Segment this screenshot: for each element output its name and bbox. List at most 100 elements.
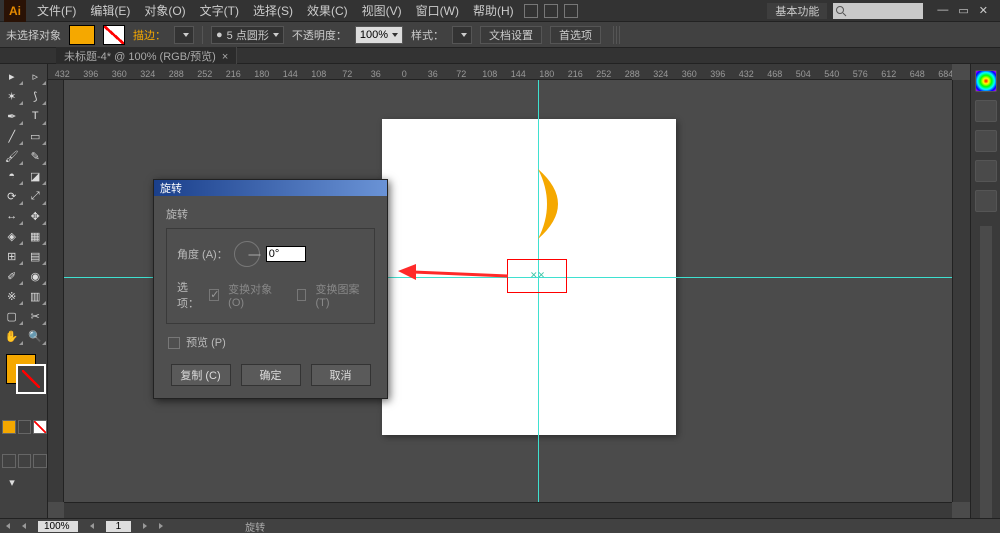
blob-brush-tool[interactable]: ◓ [0,166,24,186]
menu-object[interactable]: 对象(O) [137,2,192,19]
pencil-tool[interactable]: ✎ [24,146,48,166]
gradient-panel-icon[interactable] [975,190,997,212]
menu-select[interactable]: 选择(S) [246,2,300,19]
rotate-tool[interactable]: ⟳ [0,186,24,206]
vertical-scrollbar[interactable] [952,80,970,502]
slice-tool[interactable]: ✂ [24,306,48,326]
blend-tool[interactable]: ◉ [24,266,48,286]
angle-input[interactable] [266,246,306,262]
artboard-field[interactable]: 1 [106,521,132,532]
hand-tool[interactable]: ✋ [0,326,24,346]
ruler-vertical[interactable] [48,80,64,502]
minimize-icon[interactable]: — [937,4,948,17]
draw-normal-icon[interactable] [2,454,16,468]
selection-tool[interactable]: ▸ [0,66,24,86]
menu-edit[interactable]: 编辑(E) [83,2,137,19]
graph-tool[interactable]: ▥ [24,286,48,306]
copy-button[interactable]: 复制 (C) [171,364,231,386]
line-tool[interactable]: ╱ [0,126,24,146]
preferences-button[interactable]: 首选项 [550,26,601,44]
perspective-tool[interactable]: ▦ [24,226,48,246]
free-transform-tool[interactable]: ✥ [24,206,48,226]
magic-wand-tool[interactable]: ✶ [0,86,24,106]
scale-tool[interactable]: ⤢ [24,186,48,206]
layout-icon[interactable] [524,4,538,18]
workspace-switcher[interactable]: 基本功能 [767,3,827,19]
opacity-field[interactable]: 100% [355,26,403,44]
dialog-titlebar[interactable]: 旋转 [154,180,387,196]
mesh-tool[interactable]: ⊞ [0,246,24,266]
transform-pattern-checkbox[interactable] [297,289,307,301]
control-bar: 未选择对象 描边： ● 5 点圆形 不透明度： 100% 样式： 文档设置 首选… [0,22,1000,48]
layout3-icon[interactable] [564,4,578,18]
ruler-horizontal[interactable]: 4323963603242882522161801441087236036721… [48,64,952,80]
draw-inside-icon[interactable] [33,454,47,468]
menu-effect[interactable]: 效果(C) [300,2,355,19]
lasso-tool[interactable]: ⟆ [24,86,48,106]
canvas-area[interactable]: 4323963603242882522161801441087236036721… [48,64,970,518]
search-icon [835,5,847,17]
color-guide-panel-icon[interactable] [975,100,997,122]
menu-view[interactable]: 视图(V) [355,2,409,19]
cancel-button[interactable]: 取消 [311,364,371,386]
none-mode-icon[interactable] [33,420,47,434]
ok-button[interactable]: 确定 [241,364,301,386]
menu-type[interactable]: 文字(T) [193,2,246,19]
menu-help[interactable]: 帮助(H) [466,2,521,19]
menu-window[interactable]: 窗口(W) [409,2,466,19]
draw-behind-icon[interactable] [18,454,32,468]
symbol-sprayer-tool[interactable]: ※ [0,286,24,306]
rectangle-tool[interactable]: ▭ [24,126,48,146]
stroke-label: 描边： [133,27,166,43]
color-panel-icon[interactable] [975,70,997,92]
transform-object-checkbox[interactable] [209,289,219,301]
stroke-swatch[interactable] [103,25,125,45]
gradient-mode-icon[interactable] [18,420,32,434]
swatches-panel-icon[interactable] [975,130,997,152]
artboard-prev-icon[interactable] [90,523,94,529]
horizontal-scrollbar[interactable] [64,502,952,518]
status-bar: 100% 1 旋转 [0,518,1000,533]
eraser-tool[interactable]: ◪ [24,166,48,186]
close-icon[interactable]: ✕ [979,4,988,17]
fill-swatch[interactable] [69,25,95,45]
brush-field[interactable]: ● 5 点圆形 [211,26,284,44]
style-label: 样式： [411,27,444,43]
direct-selection-tool[interactable]: ▹ [24,66,48,86]
zoom-tool[interactable]: 🔍 [24,326,48,346]
type-tool[interactable]: T [24,106,48,126]
align-icon[interactable] [613,26,621,44]
stroke-indicator[interactable] [16,364,46,394]
angle-label: 角度 (A)： [177,246,228,262]
style-field[interactable] [452,26,472,44]
stroke-weight-field[interactable] [174,26,194,44]
maximize-icon[interactable]: ▭ [958,4,968,17]
transform-pattern-label: 变换图案 (T) [315,281,364,309]
nav-first-icon[interactable] [6,523,10,529]
artboard-next-icon[interactable] [143,523,147,529]
color-mode-icon[interactable] [2,420,16,434]
document-tab[interactable]: 未标题-4* @ 100% (RGB/预览) × [56,47,237,65]
search-input[interactable] [833,3,923,19]
eyedropper-tool[interactable]: ✐ [0,266,24,286]
screen-mode-icon[interactable]: ▾ [0,472,24,492]
document-setup-button[interactable]: 文档设置 [480,26,542,44]
panel-collapse-grip[interactable] [980,226,992,518]
angle-knob[interactable] [234,241,260,267]
nav-last-icon[interactable] [159,523,163,529]
shape-builder-tool[interactable]: ◈ [0,226,24,246]
artboard-tool[interactable]: ▢ [0,306,24,326]
pen-tool[interactable]: ✒ [0,106,24,126]
no-selection-label: 未选择对象 [6,27,61,43]
paintbrush-tool[interactable]: 🖌 [0,146,24,166]
moon-shape[interactable] [528,164,578,244]
layout2-icon[interactable] [544,4,558,18]
width-tool[interactable]: ↔ [0,206,24,226]
zoom-field[interactable]: 100% [38,521,78,532]
gradient-tool[interactable]: ▤ [24,246,48,266]
nav-prev-icon[interactable] [22,523,26,529]
preview-checkbox[interactable] [168,337,180,349]
menu-file[interactable]: 文件(F) [30,2,83,19]
tools-panel: ▸▹ ✶⟆ ✒T ╱▭ 🖌✎ ◓◪ ⟳⤢ ↔✥ ◈▦ ⊞▤ ✐◉ ※▥ ▢✂ ✋… [0,64,48,518]
stroke-panel-icon[interactable] [975,160,997,182]
